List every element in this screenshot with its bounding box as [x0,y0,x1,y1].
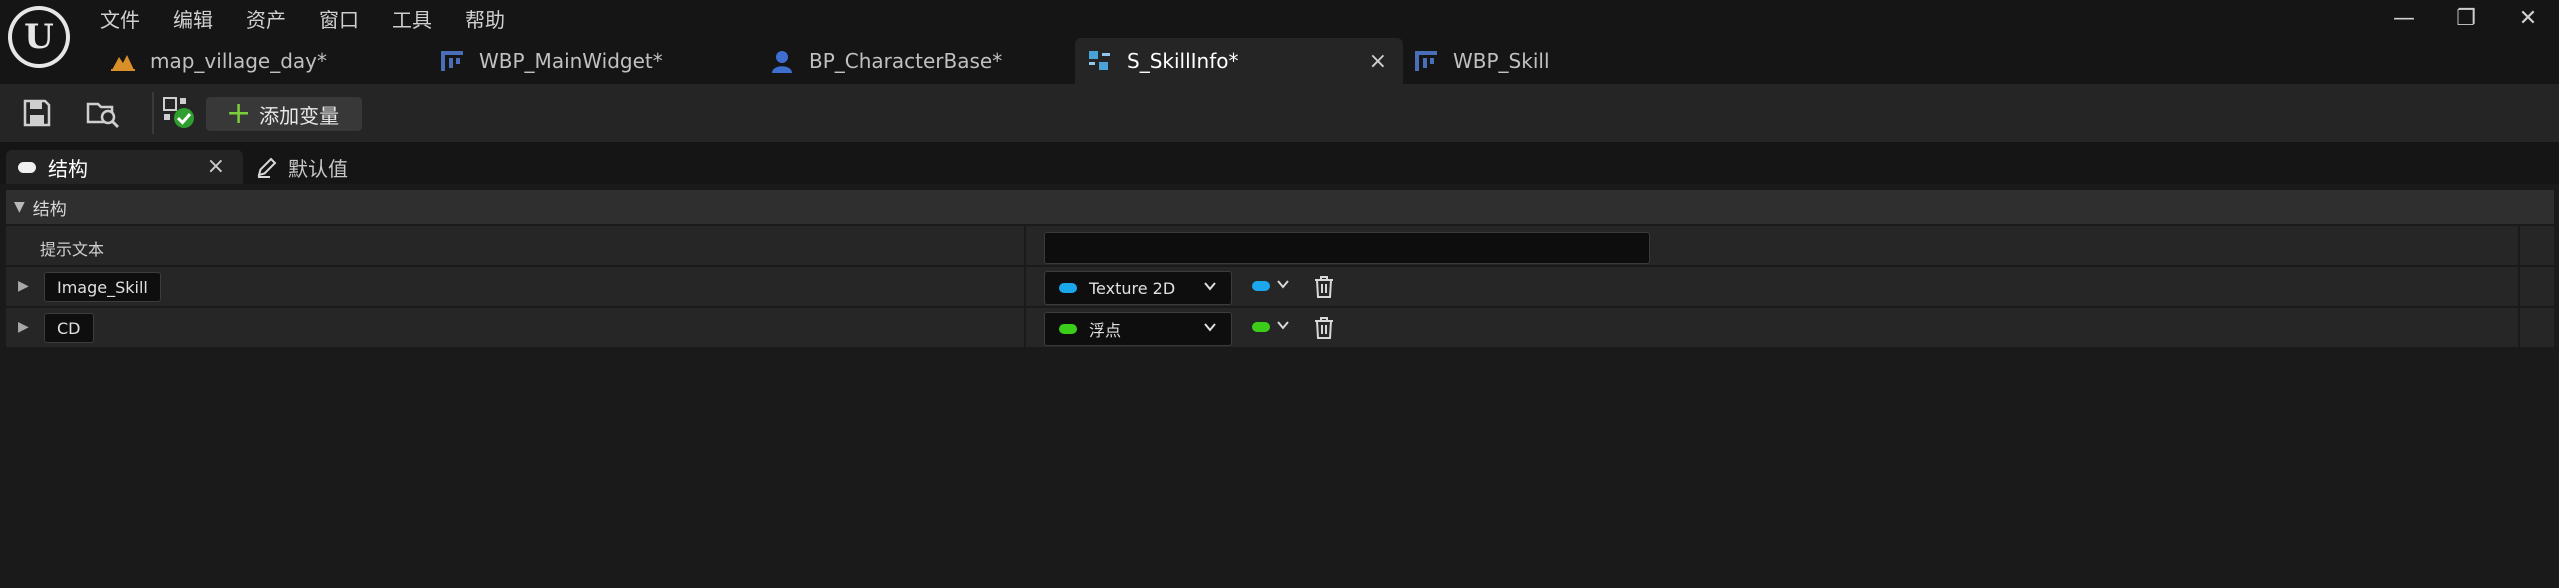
expand-arrow-icon[interactable]: ▶ [18,319,29,335]
pencil-icon [256,156,278,178]
panel-tabs: 结构 × 默认值 [0,142,2559,184]
collapse-arrow-icon[interactable]: ▼ [14,199,25,215]
delete-icon[interactable] [1312,316,1336,340]
tab-label: BP_CharacterBase* [809,49,1003,73]
struct-icon [1087,48,1113,74]
tooltip-row: 提示文本 [6,226,2554,265]
type-selector[interactable]: 浮点 [1044,312,1232,346]
level-icon [110,48,136,74]
type-label: 浮点 [1089,321,1122,340]
section-title: 结构 [32,199,67,220]
chevron-down-icon [1276,318,1290,336]
chevron-down-icon [1203,278,1217,297]
field-name-input[interactable]: CD [44,313,94,343]
field-name-input[interactable]: Image_Skill [44,272,161,302]
save-icon[interactable] [20,96,54,130]
type-selector[interactable]: Texture 2D [1044,271,1232,305]
menu-window[interactable]: 窗口 [319,4,359,33]
table-row: ▶ CD 浮点 [6,308,2554,347]
container-type-selector[interactable] [1252,277,1290,295]
window-controls: — ❐ ✕ [2373,2,2559,34]
unreal-logo-icon[interactable]: U [8,6,70,68]
single-pill-icon [1252,281,1270,291]
tab-label: WBP_MainWidget* [479,49,663,73]
tab-bp-characterbase[interactable]: BP_CharacterBase* [757,38,1075,84]
restore-button[interactable]: ❐ [2435,2,2497,34]
container-type-selector[interactable] [1252,318,1290,336]
close-tab-icon[interactable]: × [207,154,225,179]
compile-status-icon[interactable] [162,96,196,130]
close-window-button[interactable]: ✕ [2497,2,2559,34]
type-label: Texture 2D [1089,278,1176,298]
table-row: ▶ Image_Skill Texture 2D [6,267,2554,306]
toolbar [0,84,2559,142]
title-bar: U 文件 编辑 资产 窗口 工具 帮助 — ❐ ✕ map_village_da… [0,0,2559,84]
tab-structure[interactable]: 结构 × [6,150,243,184]
toolbar-divider [152,92,154,134]
browse-asset-icon[interactable] [86,96,120,130]
menu-help[interactable]: 帮助 [465,4,505,33]
type-pill-icon [1059,324,1077,334]
tooltip-input[interactable] [1044,232,1650,264]
type-pill-icon [1059,283,1077,293]
add-variable-label: 添加变量 [259,103,340,128]
tab-label: map_village_day* [150,49,327,73]
character-blueprint-icon [769,48,795,74]
tab-structure-label: 结构 [48,156,88,181]
tab-map-village-day[interactable]: map_village_day* [96,38,427,84]
tab-defaults-label: 默认值 [288,156,348,181]
plus-icon: + [226,96,252,131]
struct-pill-icon [18,161,36,173]
single-pill-icon [1252,322,1270,332]
widget-blueprint-icon [1413,48,1439,74]
section-header-structure[interactable]: ▼ 结构 [6,190,2554,224]
tab-wbp-mainwidget[interactable]: WBP_MainWidget* [427,38,757,84]
menu-file[interactable]: 文件 [100,4,140,33]
chevron-down-icon [1276,277,1290,295]
menu-tools[interactable]: 工具 [392,4,432,33]
expand-arrow-icon[interactable]: ▶ [18,278,29,294]
menu-asset[interactable]: 资产 [246,4,286,33]
tab-wbp-skill[interactable]: WBP_Skill [1403,38,1613,84]
tab-label: WBP_Skill [1453,49,1550,73]
document-tabs: map_village_day* WBP_MainWidget* BP_Char… [96,38,1613,84]
menu-edit[interactable]: 编辑 [173,4,213,33]
widget-blueprint-icon [439,48,465,74]
tooltip-label: 提示文本 [40,240,105,259]
menu-bar: 文件 编辑 资产 窗口 工具 帮助 [100,2,538,34]
add-variable-button[interactable]: + 添加变量 [206,97,362,131]
tab-s-skillinfo[interactable]: S_SkillInfo* × [1075,38,1403,84]
chevron-down-icon [1203,319,1217,338]
minimize-button[interactable]: — [2373,2,2435,34]
tab-label: S_SkillInfo* [1127,49,1239,73]
tab-defaults[interactable]: 默认值 [256,150,348,184]
delete-icon[interactable] [1312,275,1336,299]
close-tab-icon[interactable]: × [1369,49,1387,74]
structure-panel: ▼ 结构 提示文本 ▶ Image_Skill Texture 2D ▶ CD … [0,184,2559,588]
